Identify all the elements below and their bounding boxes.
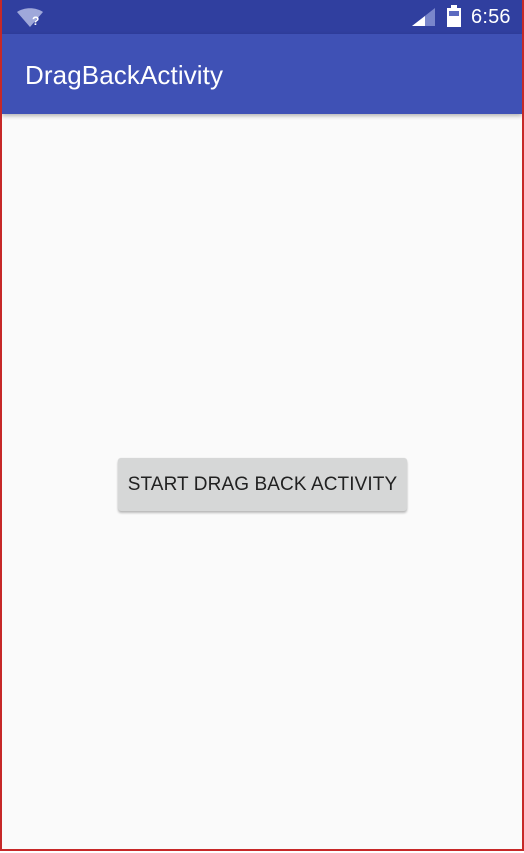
battery-icon — [447, 5, 461, 27]
wifi-question-text: ? — [32, 14, 39, 28]
app-bar: DragBackActivity — [2, 34, 522, 114]
start-drag-back-activity-button[interactable]: START DRAG BACK ACTIVITY — [118, 458, 407, 511]
status-bar: ? 6:56 — [2, 0, 522, 34]
app-title: DragBackActivity — [25, 60, 224, 90]
cell-signal-icon — [412, 8, 435, 26]
main-content: START DRAG BACK ACTIVITY — [2, 114, 522, 849]
app-window: ? 6:56 DragBackActivity START DRAG BACK … — [0, 0, 524, 851]
status-time: 6:56 — [471, 6, 511, 28]
wifi-unknown-icon: ? — [17, 8, 43, 28]
